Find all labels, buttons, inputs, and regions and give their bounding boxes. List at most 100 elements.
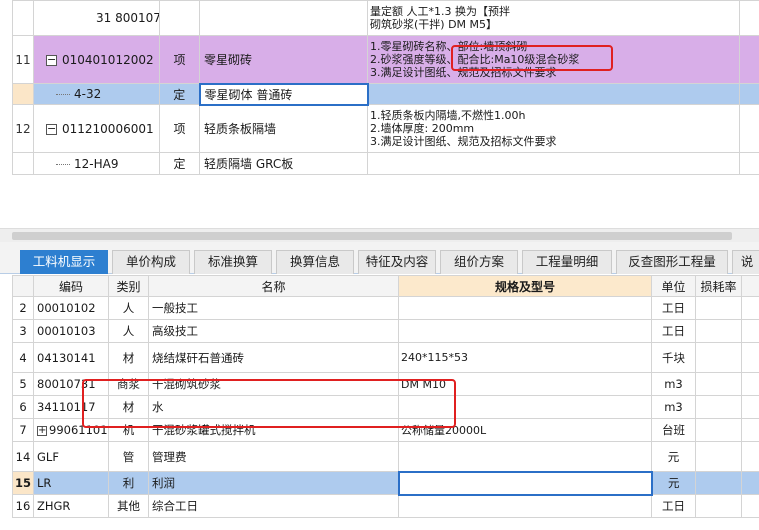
cell-unit[interactable]: 工日	[651, 296, 696, 320]
tab-resource-display[interactable]: 工料机显示	[20, 250, 108, 274]
row-features[interactable]: 量定额 人工*1.3 换为【预拌 砌筑砂浆(干拌) DM M5】	[367, 0, 740, 36]
row-name[interactable]: 轻质隔墙 GRC板	[199, 152, 368, 175]
tab-pricing-plan[interactable]: 组价方案	[440, 250, 518, 274]
table-row[interactable]: 2 00010102 人 一般技工 工日	[12, 296, 759, 320]
row-features[interactable]	[367, 152, 740, 175]
cell-loss-rate[interactable]	[695, 296, 742, 320]
cell-spec[interactable]: DM M10	[398, 372, 652, 396]
cell-code[interactable]: 34110117	[33, 395, 109, 419]
cell-loss-rate[interactable]	[695, 441, 742, 472]
header-name[interactable]: 名称	[148, 275, 399, 297]
cell-category[interactable]: 人	[108, 296, 149, 320]
cell-spec-editor[interactable]	[397, 470, 653, 496]
cell-category[interactable]: 人	[108, 319, 149, 343]
row-name[interactable]: 轻质条板隔墙	[199, 104, 368, 153]
cell-code[interactable]: 80010731	[33, 372, 109, 396]
cell-category[interactable]: 材	[108, 342, 149, 373]
cell-name[interactable]: 干混砂浆罐式搅拌机	[148, 418, 399, 442]
table-row-selected[interactable]: 4-32 定 零星砌体 普通砖	[12, 82, 759, 106]
cell-name[interactable]: 利润	[148, 471, 399, 495]
cell-name[interactable]: 水	[148, 395, 399, 419]
cell-code[interactable]: LR	[33, 471, 109, 495]
cell-name[interactable]: 一般技工	[148, 296, 399, 320]
collapse-icon[interactable]: −	[46, 54, 57, 66]
table-row[interactable]: 4 04130141 材 烧结煤矸石普通砖 240*115*53 千块	[12, 342, 759, 373]
cell-spec[interactable]: 240*115*53	[398, 342, 652, 373]
cell-code[interactable]: GLF	[33, 441, 109, 472]
cell-code[interactable]: ZHGR	[33, 494, 109, 518]
cell-loss-rate[interactable]	[695, 494, 742, 518]
header-code[interactable]: 编码	[33, 275, 109, 297]
row-name[interactable]	[199, 0, 368, 36]
row-code[interactable]: −011210006001	[33, 104, 160, 153]
header-spec[interactable]: 规格及型号	[398, 275, 652, 297]
row-name-editor[interactable]: 零星砌体 普通砖	[198, 82, 369, 106]
cell-name[interactable]: 烧结煤矸石普通砖	[148, 342, 399, 373]
cell-unit[interactable]: 元	[651, 471, 696, 495]
row-type[interactable]	[159, 0, 200, 36]
row-code[interactable]: 12-HA9	[33, 152, 160, 175]
tab-features-content[interactable]: 特征及内容	[358, 250, 436, 274]
table-row[interactable]: 12-HA9 定 轻质隔墙 GRC板	[12, 152, 759, 175]
header-loss-rate[interactable]: 损耗率	[695, 275, 742, 297]
cell-unit[interactable]: 工日	[651, 494, 696, 518]
collapse-icon[interactable]: −	[46, 123, 57, 135]
scrollbar-thumb[interactable]	[12, 232, 732, 240]
cell-unit[interactable]: 工日	[651, 319, 696, 343]
tab-graphic-quantity[interactable]: 反查图形工程量	[616, 250, 728, 274]
cell-loss-rate[interactable]	[695, 372, 742, 396]
cell-category[interactable]: 材	[108, 395, 149, 419]
table-row[interactable]: 7 +990611010 机 干混砂浆罐式搅拌机 公称储量20000L 台班	[12, 418, 759, 442]
tab-standard-conversion[interactable]: 标准换算	[194, 250, 272, 274]
cell-spec[interactable]	[398, 494, 652, 518]
cell-category[interactable]: 利	[108, 471, 149, 495]
cell-code[interactable]: 00010103	[33, 319, 109, 343]
row-features[interactable]: 1.轻质条板内隔墙,不燃性1.00h 2.墙体厚度: 200mm 3.满足设计图…	[367, 104, 740, 153]
cell-loss-rate[interactable]	[695, 395, 742, 419]
cell-name[interactable]: 管理费	[148, 441, 399, 472]
cell-unit[interactable]: m3	[651, 372, 696, 396]
row-code[interactable]: 31 80010741	[33, 0, 160, 36]
cell-unit[interactable]: 千块	[651, 342, 696, 373]
cell-category[interactable]: 机	[108, 418, 149, 442]
cell-category[interactable]: 其他	[108, 494, 149, 518]
table-row[interactable]: 31 80010741 量定额 人工*1.3 换为【预拌 砌筑砂浆(干拌) DM…	[12, 0, 759, 36]
table-row[interactable]: 5 80010731 商浆 干混砌筑砂浆 DM M10 m3	[12, 372, 759, 396]
row-name[interactable]: 零星砌砖	[199, 35, 368, 84]
table-row[interactable]: 12 −011210006001 项 轻质条板隔墙 1.轻质条板内隔墙,不燃性1…	[12, 104, 759, 153]
row-features[interactable]: 1.零星砌砖名称、部位:墙顶斜砌 2.砂浆强度等级、配合比:Ma10级混合砂浆 …	[367, 35, 740, 84]
table-row[interactable]: 3 00010103 人 高级技工 工日	[12, 319, 759, 343]
row-code[interactable]: 4-32	[33, 83, 160, 105]
cell-code[interactable]: 00010102	[33, 296, 109, 320]
table-row[interactable]: 14 GLF 管 管理费 元	[12, 441, 759, 472]
cell-unit[interactable]: 台班	[651, 418, 696, 442]
cell-code[interactable]: 04130141	[33, 342, 109, 373]
row-type[interactable]: 定	[159, 83, 200, 105]
cell-spec[interactable]: 公称储量20000L	[398, 418, 652, 442]
row-features[interactable]	[367, 83, 740, 105]
cell-spec[interactable]	[398, 395, 652, 419]
tab-unit-price[interactable]: 单价构成	[112, 250, 190, 274]
cell-spec[interactable]	[398, 441, 652, 472]
cell-code[interactable]: +990611010	[33, 418, 109, 442]
row-code[interactable]: −010401012002	[33, 35, 160, 84]
table-row[interactable]: 6 34110117 材 水 m3	[12, 395, 759, 419]
cell-loss-rate[interactable]	[695, 319, 742, 343]
cell-category[interactable]: 商浆	[108, 372, 149, 396]
row-type[interactable]: 项	[159, 35, 200, 84]
horizontal-scrollbar[interactable]	[0, 228, 759, 242]
cell-name[interactable]: 干混砌筑砂浆	[148, 372, 399, 396]
cell-category[interactable]: 管	[108, 441, 149, 472]
cell-spec[interactable]	[398, 319, 652, 343]
cell-spec[interactable]	[398, 296, 652, 320]
table-row-selected[interactable]: 15 LR 利 利润 元	[12, 470, 759, 496]
cell-name[interactable]: 高级技工	[148, 319, 399, 343]
row-type[interactable]: 项	[159, 104, 200, 153]
tab-conversion-info[interactable]: 换算信息	[276, 250, 354, 274]
cell-unit[interactable]: m3	[651, 395, 696, 419]
header-category[interactable]: 类别	[108, 275, 149, 297]
row-type[interactable]: 定	[159, 152, 200, 175]
tab-quantity-detail[interactable]: 工程量明细	[522, 250, 612, 274]
expand-icon[interactable]: +	[37, 425, 47, 436]
cell-unit[interactable]: 元	[651, 441, 696, 472]
